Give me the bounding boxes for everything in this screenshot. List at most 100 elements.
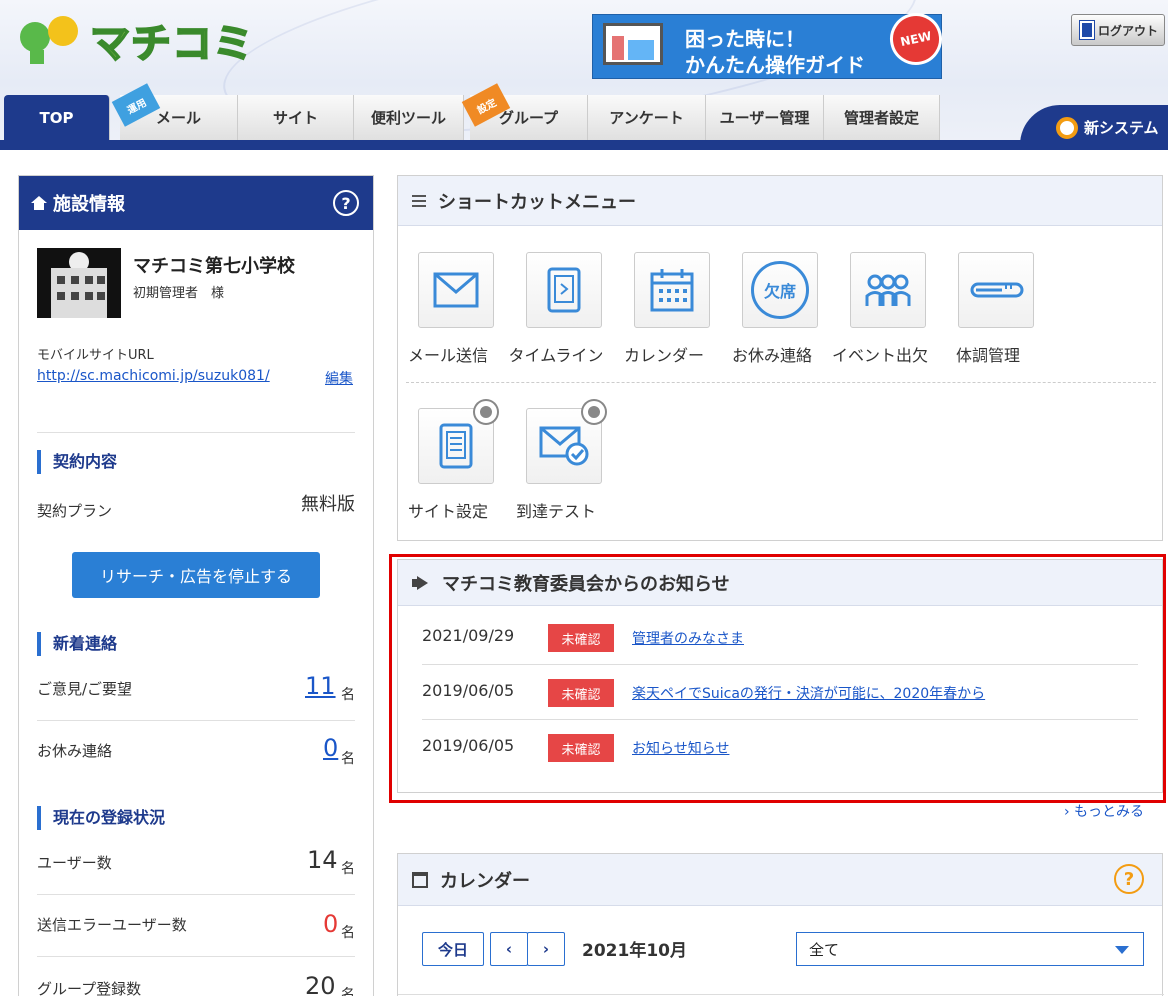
tab-label: アンケート [609, 109, 684, 127]
divider [37, 956, 355, 957]
nav-underline [0, 140, 1168, 150]
requests-count[interactable]: 11 [305, 672, 336, 700]
tab-group[interactable]: 設定 グループ [461, 83, 588, 140]
new-badge: NEW [885, 8, 947, 70]
new-system-link[interactable]: 新システム [1020, 105, 1168, 150]
plan-label: 契約プラン [37, 502, 113, 520]
notice-link[interactable]: 楽天ペイでSuicaの発行・決済が可能に、2020年春から [632, 683, 985, 703]
plan-value: 無料版 [301, 494, 355, 515]
filter-value: 全て [809, 940, 840, 959]
tab-label: TOP [39, 108, 74, 127]
gear-icon [475, 401, 497, 423]
unread-badge: 未確認 [548, 734, 614, 762]
tab-label: メール [155, 109, 201, 127]
today-button[interactable]: 今日 [422, 932, 484, 966]
mobile-url-link[interactable]: http://sc.machicomi.jp/suzuk081/ [37, 368, 270, 384]
calendar-filter-select[interactable]: 全て [796, 932, 1144, 966]
new-system-label: 新システム [1084, 119, 1159, 137]
school-image [37, 248, 121, 332]
users-label: ユーザー数 [37, 854, 112, 872]
shortcut-mail-send[interactable]: メール送信 [398, 252, 498, 382]
notice-date: 2019/06/05 [422, 736, 515, 755]
guide-banner[interactable]: 困った時に！ かんたん操作ガイド NEW [592, 8, 947, 79]
divider [37, 432, 355, 433]
tab-tools[interactable]: 便利ツール [354, 95, 464, 140]
shortcut-label: メール送信 [407, 346, 488, 365]
shortcut-absence[interactable]: 欠席 お休み連絡 [722, 252, 822, 382]
tab-survey[interactable]: アンケート [588, 95, 706, 140]
facility-header: 施設情報 ? [19, 176, 373, 230]
divider [37, 720, 355, 721]
shortcut-timeline[interactable]: タイムライン [506, 252, 606, 382]
notice-row: 2019/06/05 未確認 お知らせ知らせ [398, 722, 1164, 776]
megaphone-icon [412, 576, 430, 590]
calendar-title: カレンダー [440, 870, 530, 892]
school-name: マチコミ第七小学校 [133, 256, 295, 277]
logout-label: ログアウト [1098, 23, 1159, 38]
help-icon[interactable]: ? [1114, 864, 1144, 894]
stop-research-ads-button[interactable]: リサーチ・広告を停止する [72, 552, 320, 598]
notice-row: 2019/06/05 未確認 楽天ペイでSuicaの発行・決済が可能に、2020… [398, 667, 1164, 721]
groups-label: グループ登録数 [37, 980, 142, 996]
edit-link[interactable]: 編集 [325, 368, 353, 388]
notice-date: 2019/06/05 [422, 681, 515, 700]
gear-icon [583, 401, 605, 423]
divider [422, 719, 1138, 720]
thermometer-icon [958, 252, 1034, 328]
divider [37, 894, 355, 895]
logout-icon [1079, 20, 1095, 40]
tab-mail[interactable]: 運用 メール [111, 83, 238, 140]
machicomi-logo[interactable]: マチコミ [20, 14, 254, 68]
shortcut-label: タイムライン [508, 346, 604, 365]
banner-line1: 困った時に！ [685, 27, 805, 51]
notice-row: 2021/09/29 未確認 管理者のみなさま [398, 612, 1164, 666]
shortcut-panel: ショートカットメニュー メール送信 タイムライン カレンダー 欠席 お休み連絡 … [397, 175, 1163, 541]
logout-button[interactable]: ログアウト [1071, 14, 1165, 46]
notice-link[interactable]: お知らせ知らせ [632, 738, 729, 758]
notice-header: マチコミ教育委員会からのお知らせ [398, 560, 1162, 606]
notice-title: マチコミ教育委員会からのお知らせ [442, 573, 730, 595]
tab-site[interactable]: サイト [238, 95, 354, 140]
shortcut-calendar[interactable]: カレンダー [614, 252, 714, 382]
logo-text: マチコミ [89, 20, 254, 68]
tab-corner-badge: 運用 [111, 83, 161, 127]
calendar-icon [634, 252, 710, 328]
tablet-icon [526, 252, 602, 328]
prev-month-button[interactable]: ‹ [490, 932, 528, 966]
notice-link[interactable]: 管理者のみなさま [632, 628, 744, 648]
shortcut-label: イベント出欠 [831, 346, 928, 365]
admin-name: 初期管理者 様 [133, 286, 225, 301]
absence-count[interactable]: 0 [323, 734, 338, 762]
tab-admin-settings[interactable]: 管理者設定 [824, 95, 940, 140]
tab-label: グループ [498, 109, 559, 127]
calendar-grid-border [398, 994, 1164, 995]
new-contacts-section-title: 新着連絡 [37, 632, 117, 656]
unit: 名 [341, 751, 355, 767]
help-icon[interactable]: ? [333, 190, 359, 216]
calendar-header: カレンダー ? [398, 854, 1162, 906]
more-link[interactable]: › もっとみる [1064, 801, 1144, 821]
error-users-label: 送信エラーユーザー数 [37, 916, 187, 934]
home-icon [31, 196, 47, 210]
mascot-icon [20, 16, 82, 64]
tab-top[interactable]: TOP [4, 95, 110, 140]
main-nav: TOP 運用 メール サイト 便利ツール 設定 グループ アンケート ユーザー管… [0, 83, 1168, 140]
shortcut-event-attendance[interactable]: イベント出欠 [830, 252, 930, 382]
notice-panel: マチコミ教育委員会からのお知らせ 2021/09/29 未確認 管理者のみなさま… [397, 559, 1163, 793]
shortcut-delivery-test[interactable]: 到達テスト [506, 401, 606, 538]
mail-icon [418, 252, 494, 328]
unit: 名 [341, 987, 355, 996]
error-users-count: 0 [323, 910, 339, 938]
shortcut-label: お休み連絡 [731, 346, 812, 365]
tab-user-management[interactable]: ユーザー管理 [706, 95, 824, 140]
absence-icon: 欠席 [742, 252, 818, 328]
shortcut-site-settings[interactable]: サイト設定 [398, 401, 498, 538]
groups-count: 20 [305, 972, 336, 996]
next-month-button[interactable]: › [527, 932, 565, 966]
chevron-down-icon [1115, 946, 1129, 954]
shortcut-divider [406, 382, 1156, 383]
contract-section-title: 契約内容 [37, 450, 117, 474]
unread-badge: 未確認 [548, 624, 614, 652]
shortcut-health[interactable]: 体調管理 [938, 252, 1038, 382]
calendar-panel: カレンダー ? 今日 ‹ › 2021年10月 全て [397, 853, 1164, 996]
